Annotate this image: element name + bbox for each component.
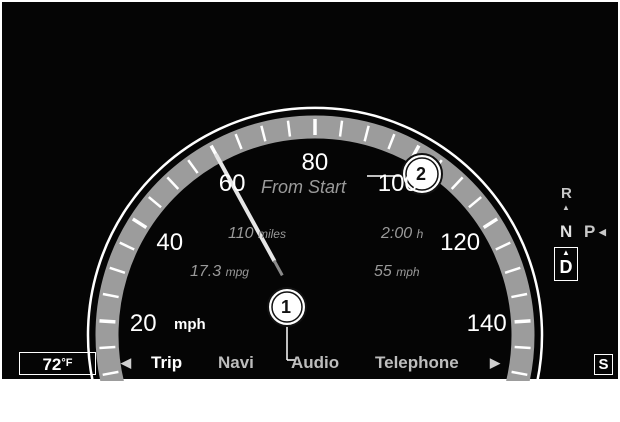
gauge-tick <box>99 345 116 350</box>
gauge-tick-label: 80 <box>301 149 329 176</box>
menu-item-telephone[interactable]: Telephone <box>375 353 459 373</box>
gear-d-selected: ▲ D <box>554 247 578 281</box>
trip-time-unit: h <box>416 227 424 241</box>
trip-consumption: 17.3 mpg <box>190 263 249 281</box>
gear-up-arrow-1: ▲ <box>562 203 570 212</box>
gear-n: N <box>560 222 573 241</box>
menu-item-audio[interactable]: Audio <box>291 353 339 373</box>
trip-speed-unit: mph <box>396 265 420 279</box>
gauge-tick-label: 20 <box>129 309 157 337</box>
gear-d-label: D <box>559 257 573 277</box>
trip-time-value: 2:00 <box>381 225 413 242</box>
trip-distance: 110 miles <box>228 225 286 243</box>
menu-item-trip[interactable]: Trip <box>151 353 182 373</box>
sport-mode-indicator: S <box>594 354 613 375</box>
callout-2-number: 2 <box>416 164 427 184</box>
gauge-tick-label: 160 <box>450 393 491 421</box>
gauge-tick <box>514 319 531 324</box>
trip-speed-value: 55 <box>374 263 392 280</box>
gear-p: P <box>584 222 596 241</box>
instrument-cluster-display: 0 20 40 60 80 100 120 140 160 mph From Start 110… <box>0 0 620 421</box>
trip-distance-unit: miles <box>257 227 286 241</box>
trip-heading: From Start <box>261 177 347 197</box>
sport-mode-label: S <box>598 356 609 373</box>
gear-p-left-arrow: ◀ <box>599 227 606 237</box>
menu-scroll-right-arrow[interactable]: ▶ <box>490 355 500 371</box>
trip-time: 2:00 h <box>381 225 423 243</box>
gauge-tick <box>514 345 531 350</box>
gauge-tick-label: 100 <box>377 170 418 198</box>
gauge-tick <box>99 319 116 324</box>
gauge-tick-label: 60 <box>218 170 246 198</box>
trip-consumption-value: 17.3 <box>190 263 222 280</box>
trip-distance-value: 110 <box>228 225 254 242</box>
menu-scroll-left-arrow[interactable]: ◀ <box>121 355 131 371</box>
gauge-tick-label: 40 <box>156 228 184 256</box>
menu-item-navi[interactable]: Navi <box>218 353 254 373</box>
gear-r: R <box>561 185 572 202</box>
gauge-tick-label: 120 <box>440 228 481 256</box>
gear-up-arrow-2: ▲ <box>562 248 570 257</box>
trip-consumption-unit: mpg <box>225 265 249 279</box>
temperature-value: 72 <box>42 355 62 374</box>
temperature-unit: °F <box>61 357 73 369</box>
gauge-tick-label: 0 <box>150 393 164 421</box>
callout-1-number: 1 <box>281 297 292 317</box>
trip-average-speed: 55 mph <box>374 263 420 281</box>
outside-temperature: 72°F <box>19 352 96 375</box>
gauge-unit-label: mph <box>174 316 206 333</box>
gauge-tick-label: 140 <box>466 309 507 337</box>
